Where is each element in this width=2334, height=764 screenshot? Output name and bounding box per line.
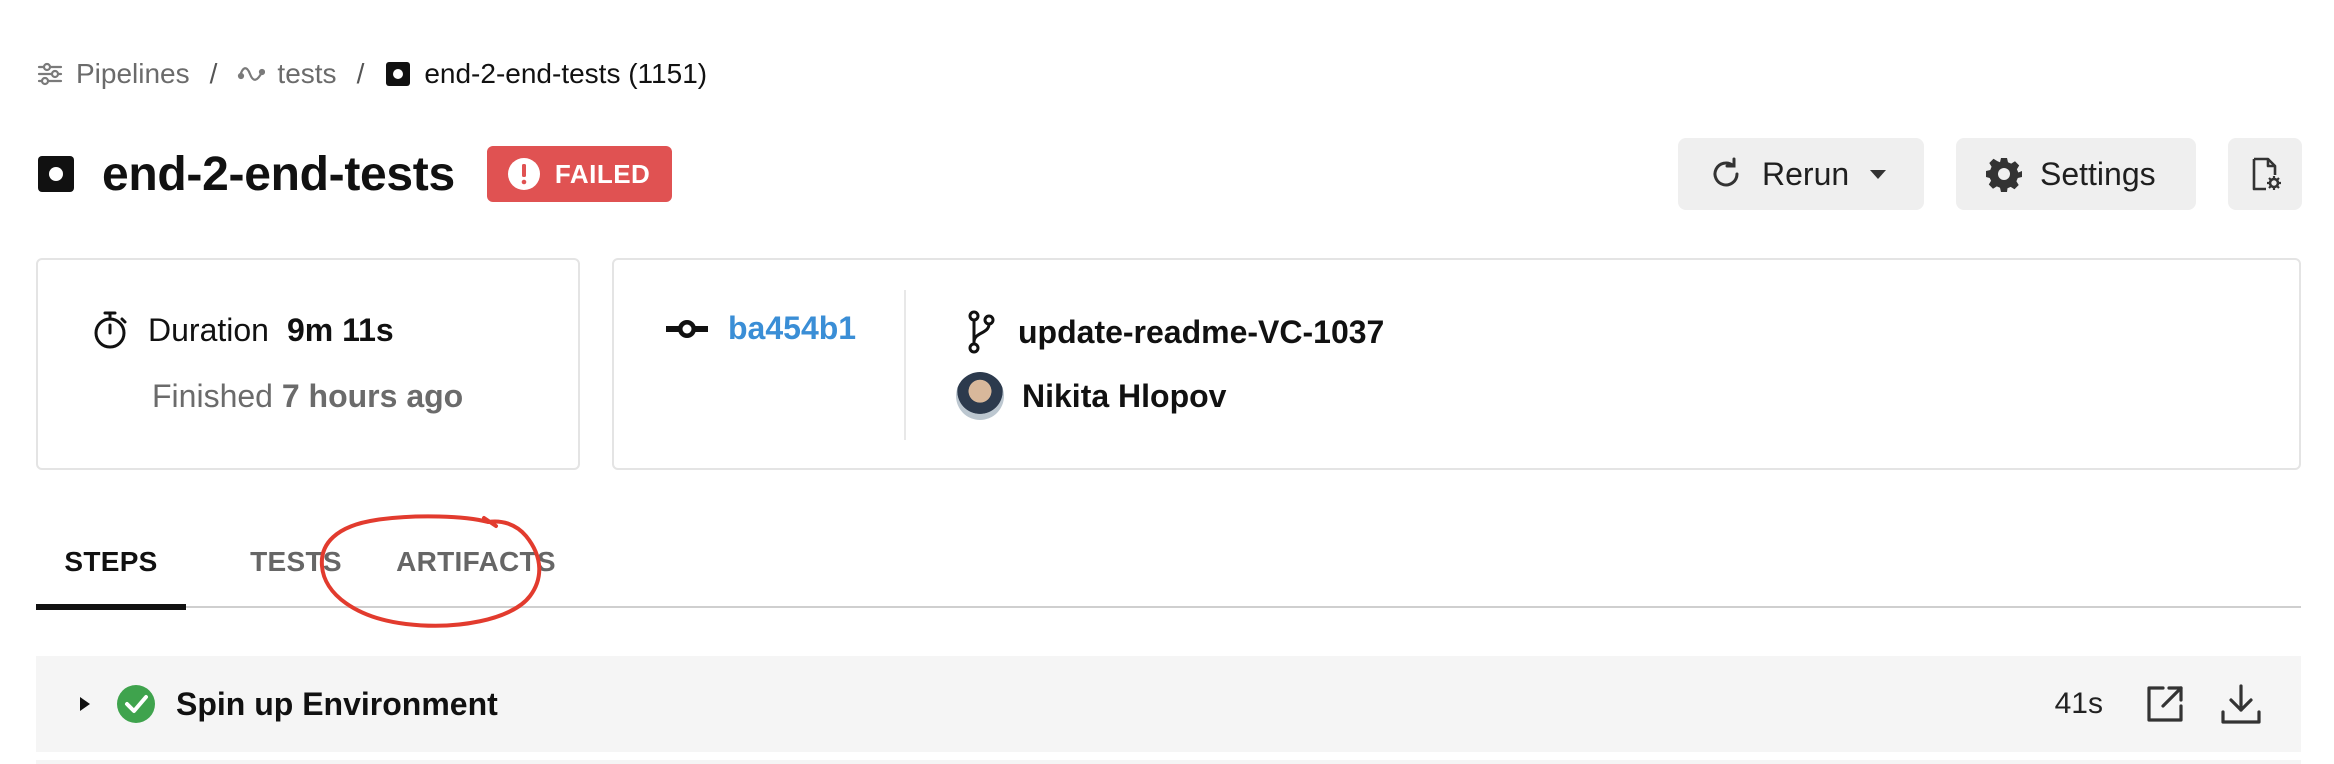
tab-bar: STEPS TESTS ARTIFACTS xyxy=(36,516,2301,610)
breadcrumb-pipelines[interactable]: Pipelines xyxy=(36,58,190,90)
breadcrumb-separator: / xyxy=(356,58,365,89)
author-row: Nikita Hlopov xyxy=(956,372,1226,420)
settings-button[interactable]: Settings xyxy=(1956,138,2196,210)
step-row[interactable]: Spin up Environment 41s xyxy=(36,656,2301,752)
success-check-icon xyxy=(116,684,156,724)
tab-steps[interactable]: STEPS xyxy=(36,516,186,610)
commit-card: ba454b1 update-readme-VC-1037 Nikita Hlo… xyxy=(612,258,2301,470)
download-icon[interactable] xyxy=(2219,682,2263,726)
settings-label: Settings xyxy=(2040,155,2156,192)
divider xyxy=(904,290,906,440)
avatar xyxy=(956,372,1004,420)
breadcrumb-label: tests xyxy=(277,58,337,89)
duration-card: Duration 9m 11s Finished 7 hours ago xyxy=(36,258,580,470)
job-icon xyxy=(384,60,412,88)
pipelines-icon xyxy=(36,60,64,88)
commit-sha: ba454b1 xyxy=(728,310,857,346)
branch-name: update-readme-VC-1037 xyxy=(1018,313,1385,350)
duration-label: Duration xyxy=(148,311,269,348)
branch-row: update-readme-VC-1037 xyxy=(966,310,1384,354)
breadcrumb-label: Pipelines xyxy=(76,58,190,89)
workflow-icon xyxy=(237,60,266,88)
commit-sha-link[interactable]: ba454b1 xyxy=(666,310,856,347)
expand-arrow-icon[interactable] xyxy=(76,695,94,713)
status-label: FAILED xyxy=(554,158,651,189)
next-step-row-edge xyxy=(36,760,2301,764)
gear-icon xyxy=(1986,156,2022,192)
rerun-button[interactable]: Rerun xyxy=(1678,138,1924,210)
tab-artifacts[interactable]: ARTIFACTS xyxy=(356,516,596,608)
job-header: end-2-end-tests FAILED xyxy=(36,138,673,210)
pipeline-job-page: Pipelines / tests / end-2-end-tests (115… xyxy=(0,0,2334,764)
header-actions: Rerun Settings xyxy=(1678,138,2302,210)
commit-icon xyxy=(666,315,708,343)
breadcrumb-label: end-2-end-tests (1151) xyxy=(424,58,708,89)
duration-row: Duration 9m 11s xyxy=(90,310,394,350)
refresh-icon xyxy=(1708,156,1744,192)
config-file-button[interactable] xyxy=(2228,138,2302,210)
tab-tests[interactable]: TESTS xyxy=(216,516,376,608)
rerun-label: Rerun xyxy=(1762,155,1850,192)
breadcrumb-job: end-2-end-tests (1151) xyxy=(384,58,707,90)
finished-value: 7 hours ago xyxy=(281,378,464,414)
alert-icon xyxy=(507,157,541,191)
breadcrumb-separator: / xyxy=(209,58,218,89)
chevron-down-icon xyxy=(1869,165,1887,183)
job-icon xyxy=(36,154,76,194)
stopwatch-icon xyxy=(90,310,130,350)
external-link-icon[interactable] xyxy=(2143,682,2187,726)
branch-icon xyxy=(966,310,996,354)
author-name: Nikita Hlopov xyxy=(1022,377,1227,414)
breadcrumb: Pipelines / tests / end-2-end-tests (115… xyxy=(36,54,707,94)
status-badge: FAILED xyxy=(486,146,673,202)
file-settings-icon xyxy=(2247,156,2283,192)
duration-value: 9m 11s xyxy=(286,311,394,348)
step-name: Spin up Environment xyxy=(176,685,498,722)
finished-label: Finished xyxy=(152,378,273,414)
finished-row: Finished 7 hours ago xyxy=(152,378,463,415)
step-duration: 41s xyxy=(2054,687,2103,720)
breadcrumb-workflow[interactable]: tests xyxy=(237,58,337,90)
page-title: end-2-end-tests xyxy=(102,147,455,201)
